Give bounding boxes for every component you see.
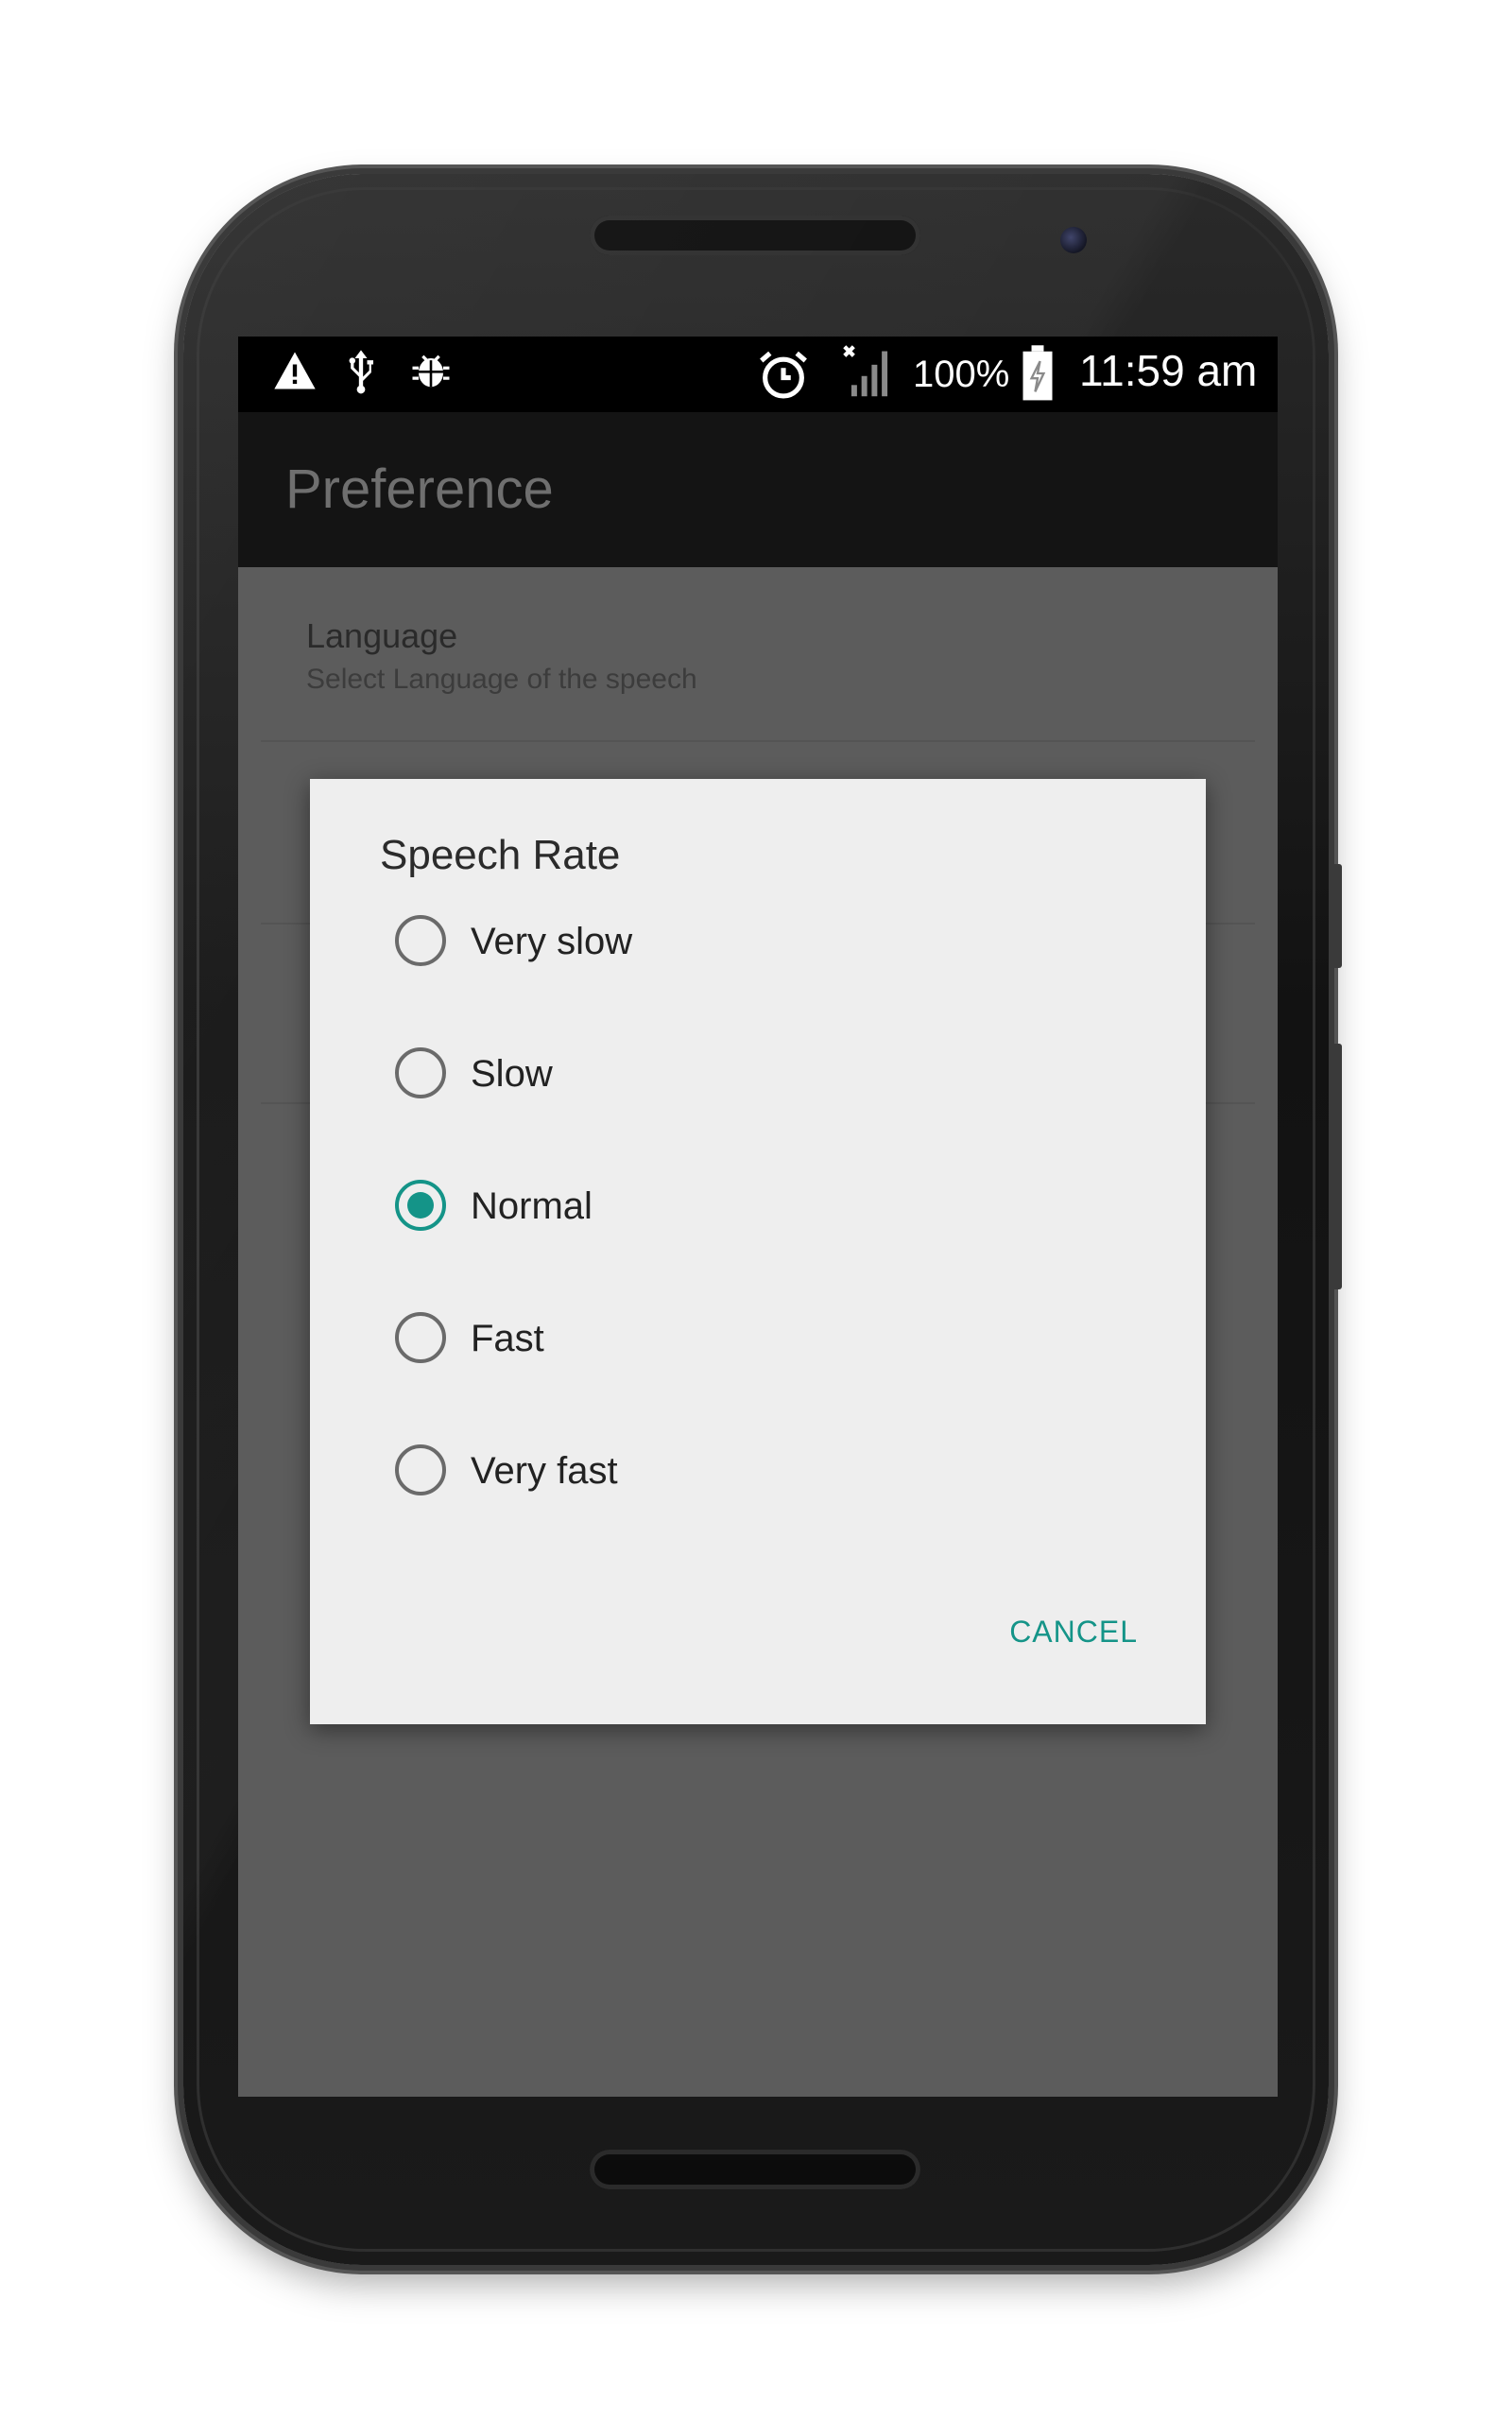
warning-icon [270,346,319,400]
option-label: Very slow [471,921,633,962]
screen: 100% 11:59 am Preference Language Select… [238,337,1278,2097]
cancel-button[interactable]: CANCEL [1009,1615,1138,1650]
pref-item-title: Language [306,616,458,655]
side-button-upper [1332,864,1342,968]
radio-button[interactable] [395,1444,446,1495]
speech-rate-dialog: Speech Rate Very slow Slow Normal Fast V… [310,779,1206,1724]
pref-divider [261,740,1255,742]
option-label: Fast [471,1318,544,1359]
dialog-title: Speech Rate [380,832,621,878]
bottom-speaker [590,2150,920,2189]
pref-item-summary: Select Language of the speech [306,664,697,695]
option-label: Slow [471,1053,553,1095]
option-fast[interactable]: Fast [395,1299,1057,1384]
status-time: 11:59 am [1079,346,1258,395]
usb-icon [340,346,382,400]
option-very-fast[interactable]: Very fast [395,1431,1057,1516]
radio-button[interactable] [395,1047,446,1098]
option-very-slow[interactable]: Very slow [395,902,1057,987]
app-bar: Preference [238,412,1278,567]
earpiece-speaker [590,216,920,255]
side-button-lower [1332,1044,1342,1289]
option-normal[interactable]: Normal [395,1167,1057,1252]
battery-charging-icon [1019,344,1057,407]
radio-button[interactable] [395,915,446,966]
radio-button-checked[interactable] [395,1180,446,1231]
signal-icon [839,342,900,406]
alarm-icon [754,346,813,409]
radio-button[interactable] [395,1312,446,1363]
option-label: Normal [471,1185,593,1227]
option-label: Very fast [471,1450,618,1492]
app-title: Preference [285,458,554,520]
pref-item-language[interactable]: Language Select Language of the speech [238,567,1278,747]
status-bar: 100% 11:59 am [238,337,1278,412]
battery-percent: 100% [913,354,1010,395]
android-debug-icon [404,346,457,400]
front-camera [1060,227,1087,253]
option-slow[interactable]: Slow [395,1034,1057,1119]
